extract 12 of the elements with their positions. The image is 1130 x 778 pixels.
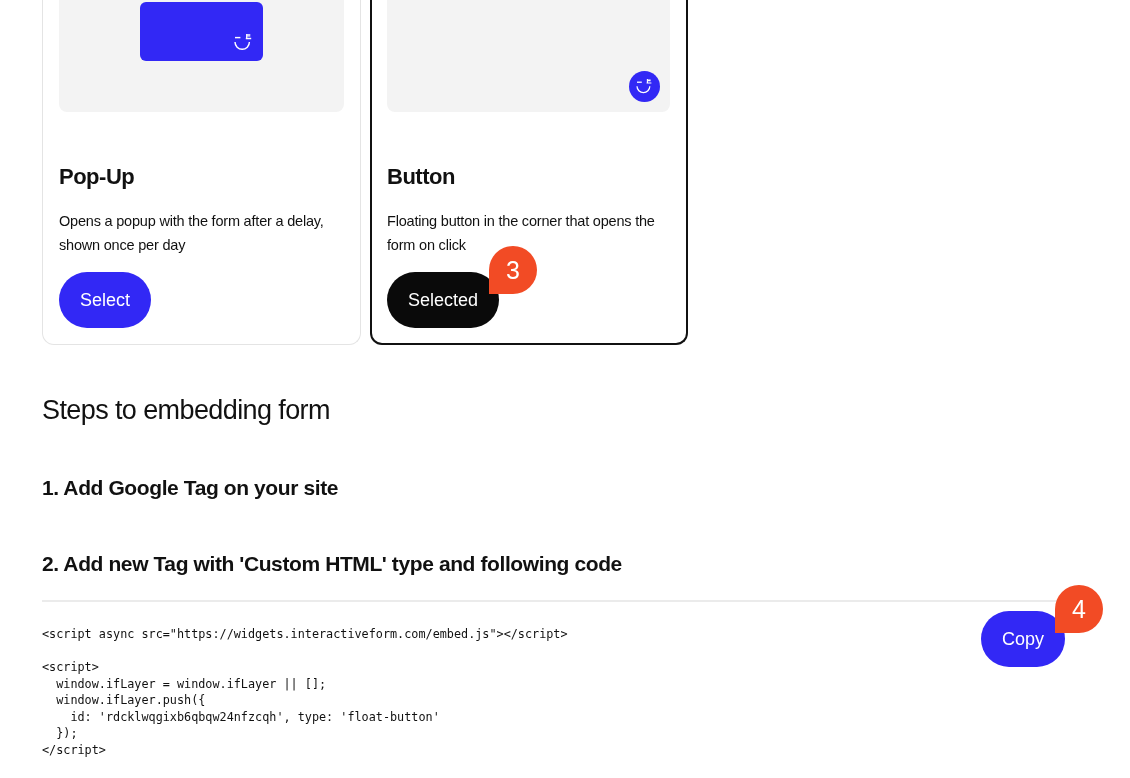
step-badge: 3: [489, 246, 538, 294]
step-heading: 1. Add Google Tag on your site: [42, 476, 340, 500]
step-badge: 4: [1055, 585, 1103, 633]
section-heading: Steps to embedding form: [42, 395, 331, 426]
copy-button[interactable]: Copy: [980, 611, 1065, 667]
code-text: <script async src="https://widgets.interactiveform.com/embed.js"></script> <script> window.ifLayer = window.ifLayer || []; window.ifLayer.push({ id: 'rdcklwqgixb6qbqw24nfzcqh', type: 'float-button' }); </script>: [42, 626, 568, 758]
card-title: Pop-Up: [59, 164, 136, 190]
step-heading: 2. Add new Tag with 'Custom HTML' type and following code: [42, 552, 623, 576]
card-title: Button: [387, 164, 456, 190]
selected-button[interactable]: Selected: [387, 272, 500, 328]
card-description: Opens a popup with the form after a delay, shown once per day: [59, 212, 325, 255]
select-button[interactable]: Select: [59, 272, 152, 328]
